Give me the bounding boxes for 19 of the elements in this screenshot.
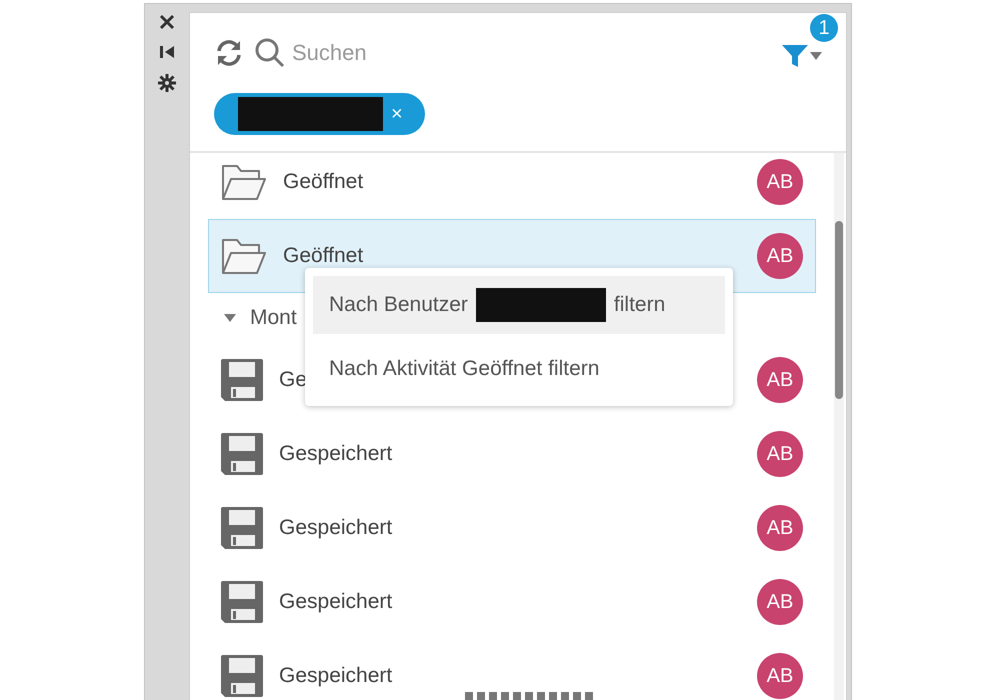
filter-count-badge: 1 [810,14,838,42]
user-avatar: AB [757,159,803,205]
user-avatar: AB [757,505,803,551]
menu-item-text: filtern [614,293,666,317]
activity-label: Gespeichert [279,516,394,540]
activity-label: Gespeichert [279,664,394,688]
user-avatar: AB [757,579,803,625]
activity-label: Geöffnet [283,170,364,194]
user-avatar: AB [757,431,803,477]
user-avatar: AB [757,233,803,279]
menu-item-text: Nach Aktivität Geöffnet filtern [329,357,600,381]
activity-label: Gespeichert [279,442,394,466]
activity-label: Gespeichert [279,590,394,614]
user-avatar: AB [757,653,803,699]
activity-label: Ge [279,368,308,392]
group-header: Mont [250,306,297,330]
activity-label: Geöffnet [283,244,364,268]
user-avatar: AB [757,357,803,403]
menu-item-text: Nach Benutzer [329,293,468,317]
